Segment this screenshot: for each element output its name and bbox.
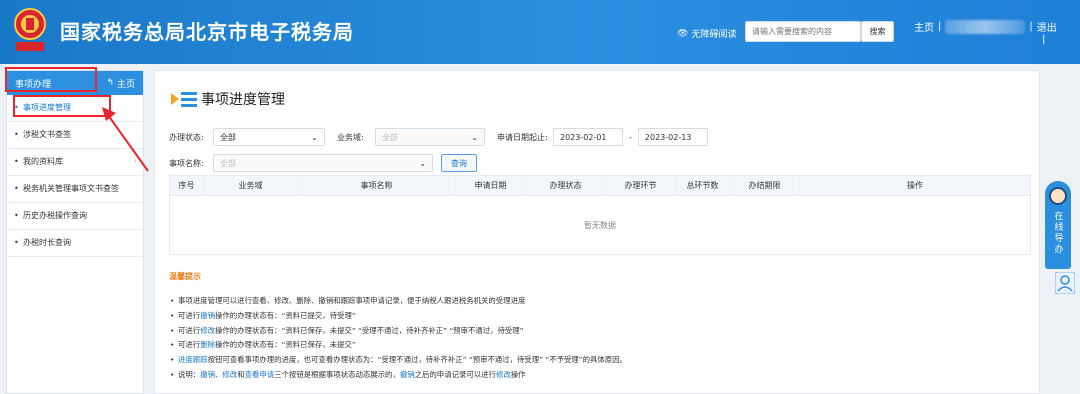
progress-table: 序号 业务域 事项名称 申请日期 办理状态 办理环节 总环节数 办结期限 操作 … bbox=[169, 175, 1031, 255]
page-title: 事项进度管理 bbox=[171, 89, 285, 109]
page-title-text: 事项进度管理 bbox=[201, 92, 285, 108]
divider: | bbox=[1029, 21, 1033, 32]
search-button[interactable]: 搜索 bbox=[861, 21, 894, 42]
date-start-input[interactable]: 2023-02-01 bbox=[553, 128, 623, 146]
tip-keyword-link[interactable]: 修改 bbox=[222, 370, 237, 379]
annotation-arrow bbox=[102, 107, 149, 172]
tip-text: 可进行 bbox=[178, 325, 201, 335]
name-value: 全部 bbox=[220, 158, 236, 168]
tax-emblem-logo[interactable] bbox=[10, 6, 50, 56]
tip-line: 可进行修改操作的办理状态有：“资料已保存，未提交” “受理不通过，待补齐补正” … bbox=[169, 324, 1031, 339]
sidebar-item-history[interactable]: 历史办税操作查询 bbox=[7, 203, 143, 230]
status-value: 全部 bbox=[220, 132, 236, 142]
online-guide-label: 在线导办 bbox=[1052, 211, 1063, 255]
tip-text: 事项进度管理可以进行查看、修改、删除、撤销和跟踪事项申请记录，便于纳税人跟进税务… bbox=[178, 296, 526, 305]
date-separator: - bbox=[629, 132, 632, 142]
name-label: 事项名称: bbox=[169, 158, 204, 168]
site-title: 国家税务总局北京市电子税务局 bbox=[60, 20, 354, 44]
col-apply-date: 申请日期 bbox=[456, 176, 526, 195]
sidebar-home-label: 主页 bbox=[116, 79, 135, 90]
col-total-stages: 总环节数 bbox=[676, 176, 730, 195]
sidebar-item-authority-documents[interactable]: 税务机关管理事项文书查签 bbox=[7, 176, 143, 203]
tip-keyword-link[interactable]: 修改 bbox=[200, 326, 215, 335]
sidebar-item-duration[interactable]: 办税时长查询 bbox=[7, 230, 143, 257]
filter-bar: 办理状态: 全部 ⌄ 业务域: 全部 ⌄ 申请日期起止: 2023-02-01 … bbox=[169, 127, 1029, 179]
tips-title: 温馨提示 bbox=[169, 272, 201, 281]
accessibility-label: 无障碍阅读 bbox=[691, 30, 737, 40]
tip-line: 进度跟踪按钮可查看事项办理的进度，也可查看办理状态为：“受理不通过，待补齐补正”… bbox=[169, 353, 1031, 368]
tip-text: 之后的申请记录可以进行 bbox=[414, 369, 496, 379]
tip-text: 可进行 bbox=[178, 340, 201, 350]
main-panel: 事项进度管理 办理状态: 全部 ⌄ 业务域: 全部 ⌄ 申请日期起止: 2023… bbox=[154, 70, 1040, 394]
date-label: 申请日期起止: bbox=[497, 132, 548, 142]
chevron-down-icon: ⌄ bbox=[471, 132, 478, 142]
tip-text: 三个按钮是根据事项状态动态展示的， bbox=[274, 369, 400, 379]
table-header: 序号 业务域 事项名称 申请日期 办理状态 办理环节 总环节数 办结期限 操作 bbox=[170, 176, 1030, 196]
tip-text: 操作的办理状态有：“资料已保存，未提交” bbox=[214, 340, 356, 350]
tip-text: 操作 bbox=[510, 369, 526, 379]
col-actions: 操作 bbox=[907, 181, 923, 190]
tips-list: 事项进度管理可以进行查看、修改、删除、撤销和跟踪事项申请记录，便于纳税人跟进税务… bbox=[169, 294, 1031, 383]
domain-label: 业务域: bbox=[337, 132, 364, 142]
tip-keyword-link[interactable]: 撤销 bbox=[200, 370, 215, 379]
name-select[interactable]: 全部 ⌄ bbox=[213, 154, 433, 172]
tip-text: 和 bbox=[237, 369, 245, 379]
sidebar-item-label: 我的资料库 bbox=[23, 157, 63, 166]
tip-line: 可进行撤销操作的办理状态有：“资料已提交，待受理” bbox=[169, 309, 1031, 324]
col-status: 办理状态 bbox=[526, 176, 606, 195]
search-input[interactable] bbox=[745, 21, 861, 42]
user-service-icon[interactable] bbox=[1055, 272, 1075, 294]
accessibility-link[interactable]: 👁 无障碍阅读 bbox=[677, 27, 737, 41]
date-end-input[interactable]: 2023-02-13 bbox=[637, 128, 708, 146]
sidebar-home-link[interactable]: ↰ 主页 bbox=[106, 77, 135, 90]
divider: | bbox=[1042, 34, 1046, 45]
tip-keyword-link[interactable]: 撤销 bbox=[200, 311, 215, 320]
annotation-highlight-box bbox=[13, 95, 111, 117]
query-button[interactable]: 查询 bbox=[441, 154, 477, 172]
online-guide-button[interactable]: 在线导办 bbox=[1045, 181, 1071, 269]
domain-value: 全部 bbox=[382, 132, 398, 142]
col-deadline: 办结期限 bbox=[730, 176, 800, 195]
list-icon bbox=[171, 92, 197, 107]
chevron-down-icon: ⌄ bbox=[419, 158, 426, 168]
divider: | bbox=[938, 21, 942, 32]
col-stage: 办理环节 bbox=[606, 176, 676, 195]
domain-select[interactable]: 全部 ⌄ bbox=[375, 128, 485, 146]
status-label: 办理状态: bbox=[169, 132, 204, 142]
tip-text: 说明： bbox=[178, 369, 201, 379]
tips-section: 温馨提示 事项进度管理可以进行查看、修改、删除、撤销和跟踪事项申请记录，便于纳税… bbox=[169, 271, 1031, 383]
col-item-name: 事项名称 bbox=[298, 176, 456, 195]
assistant-avatar-icon bbox=[1049, 187, 1067, 205]
tip-keyword-link[interactable]: 撤销 bbox=[400, 370, 415, 379]
tip-keyword-link[interactable]: 进度跟踪 bbox=[178, 355, 208, 364]
table-empty: 暂无数据 bbox=[584, 220, 616, 230]
top-header: 国家税务总局北京市电子税务局 👁 无障碍阅读 搜索 主页 | | 退出 | bbox=[0, 0, 1080, 64]
tip-line: 说明：撤销、修改和查看申请三个按钮是根据事项状态动态展示的，撤销之后的申请记录可… bbox=[169, 368, 1031, 383]
annotation-highlight-box bbox=[5, 67, 97, 92]
logout-link[interactable]: 退出 bbox=[1037, 19, 1057, 34]
tip-line: 事项进度管理可以进行查看、修改、删除、撤销和跟踪事项申请记录，便于纳税人跟进税务… bbox=[169, 294, 1031, 309]
username-blurred bbox=[945, 19, 1026, 34]
tip-line: 可进行删除操作的办理状态有：“资料已保存，未提交” bbox=[169, 338, 1031, 353]
tip-text: 按钮可查看事项办理的进度，也可查看办理状态为：“受理不通过，待补齐补正” “预审… bbox=[207, 355, 627, 365]
tip-keyword-link[interactable]: 修改 bbox=[496, 370, 511, 379]
tip-text: 操作的办理状态有：“资料已保存，未提交” “受理不通过，待补齐补正” “预审不通… bbox=[214, 325, 524, 335]
top-links: 主页 | | 退出 bbox=[914, 19, 1057, 34]
status-select[interactable]: 全部 ⌄ bbox=[213, 128, 325, 146]
home-link[interactable]: 主页 bbox=[914, 19, 934, 34]
tip-keyword-link[interactable]: 查看申请 bbox=[245, 370, 275, 379]
eye-icon: 👁 bbox=[677, 28, 689, 39]
col-index: 序号 bbox=[170, 176, 204, 195]
back-arrow-icon: ↰ bbox=[106, 78, 114, 88]
tip-text: 操作的办理状态有：“资料已提交，待受理” bbox=[214, 310, 356, 320]
chevron-down-icon: ⌄ bbox=[311, 132, 318, 142]
col-domain: 业务域 bbox=[204, 176, 298, 195]
tip-text: 可进行 bbox=[178, 310, 201, 320]
tip-keyword-link[interactable]: 删除 bbox=[200, 340, 215, 349]
